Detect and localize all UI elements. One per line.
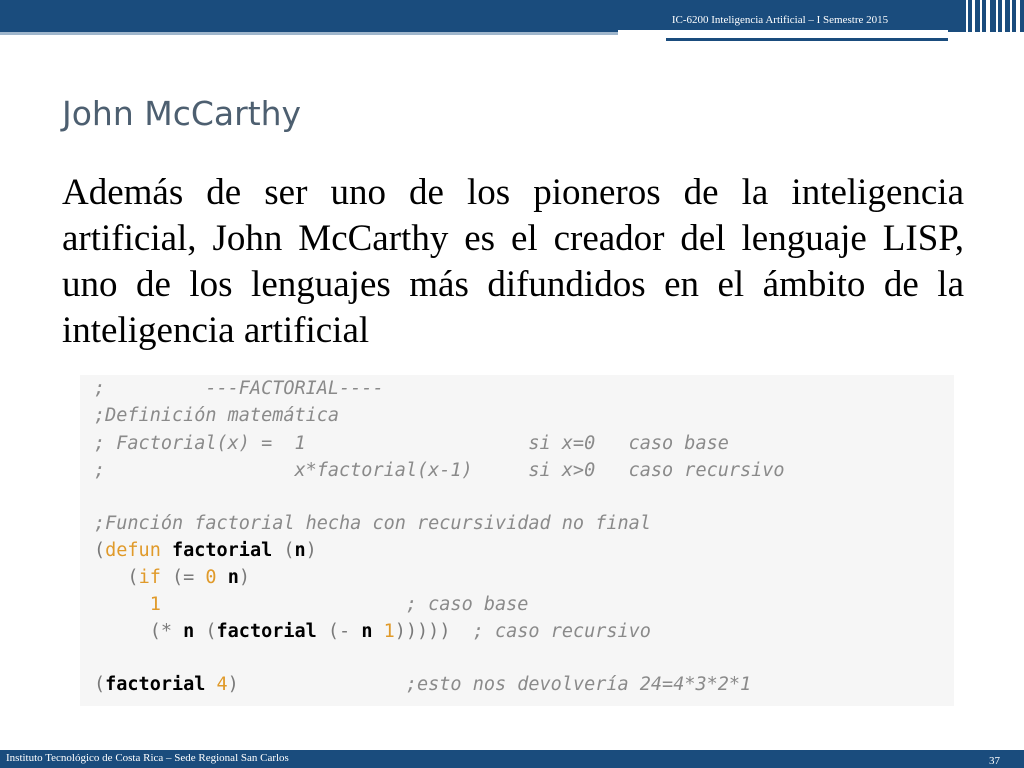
code-token: ; x*factorial(x-1) si x>0 caso recursivo [94, 460, 785, 481]
code-line: ;Función factorial hecha con recursivida… [94, 512, 651, 536]
code-token: 4 [216, 674, 228, 695]
code-token: ) [238, 567, 250, 588]
code-token: ( [94, 540, 106, 561]
code-line: (* n (factorial (- n 1))))) ; caso recur… [94, 620, 651, 644]
header-stripes [960, 0, 1024, 38]
code-token: defun [105, 540, 161, 561]
code-token: n [227, 567, 239, 588]
code-block: ; ---FACTORIAL---- ;Definición matemática… [80, 375, 954, 706]
code-token: ( [272, 540, 295, 561]
code-token: ; ---FACTORIAL---- [94, 378, 384, 399]
code-token: ) [227, 674, 239, 695]
code-line: 1 ; caso base [94, 593, 529, 617]
code-token: n [183, 621, 195, 642]
code-token: (= [160, 567, 206, 588]
code-token: factorial [216, 621, 317, 642]
code-token: ; caso base [160, 594, 529, 615]
header-divider [0, 32, 618, 35]
code-token: n [294, 540, 306, 561]
code-token: 1 [149, 594, 161, 615]
slide-title: John McCarthy [62, 94, 302, 133]
code-token: (* [94, 621, 184, 642]
code-token: ;esto nos devolvería 24=4*3*2*1 [238, 674, 752, 695]
code-token: ; Factorial(x) = 1 si x=0 caso base [94, 433, 729, 454]
code-line: ; Factorial(x) = 1 si x=0 caso base [94, 432, 729, 456]
code-token: ( [194, 621, 217, 642]
code-token: n [361, 621, 373, 642]
code-token: 0 [205, 567, 217, 588]
code-token: if [138, 567, 161, 588]
code-token: ( [94, 674, 106, 695]
code-token: 1 [383, 621, 395, 642]
code-token: ( [94, 567, 139, 588]
code-token: factorial [105, 674, 206, 695]
slide-paragraph: Además de ser uno de los pioneros de la … [62, 172, 964, 351]
code-line: ; x*factorial(x-1) si x>0 caso recursivo [94, 459, 785, 483]
code-token: ;Función factorial hecha con recursivida… [94, 513, 651, 534]
code-token: ;Definición matemática [94, 405, 340, 426]
code-line: ; ---FACTORIAL---- [94, 377, 384, 401]
code-token: ))))) [394, 621, 473, 642]
code-line: (factorial 4) ;esto nos devolvería 24=4*… [94, 673, 751, 697]
code-token: factorial [171, 540, 273, 561]
code-line: (if (= 0 n) [94, 566, 250, 590]
page-number: 37 [989, 755, 1000, 767]
code-token: ) [305, 540, 317, 561]
code-line: (defun factorial (n) [94, 539, 317, 563]
code-token: ; caso recursivo [472, 621, 651, 642]
header-underline [666, 38, 948, 41]
code-line: ;Definición matemática [94, 404, 339, 428]
header-bar-accent [618, 30, 948, 34]
code-token: (- [316, 621, 362, 642]
course-header: IC-6200 Inteligencia Artificial – I Seme… [671, 14, 889, 26]
footer-institution: Instituto Tecnológico de Costa Rica – Se… [6, 752, 289, 764]
